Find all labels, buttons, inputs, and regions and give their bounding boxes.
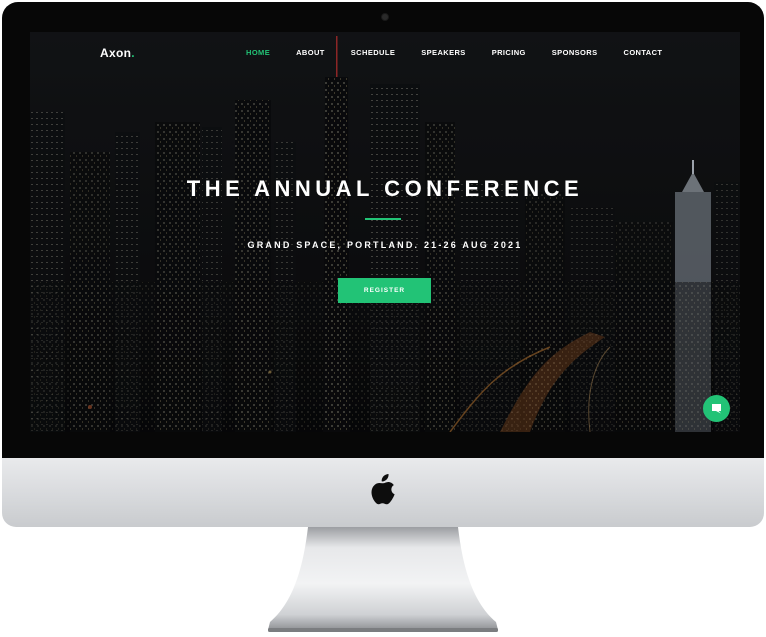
monitor-stand: [268, 527, 498, 632]
